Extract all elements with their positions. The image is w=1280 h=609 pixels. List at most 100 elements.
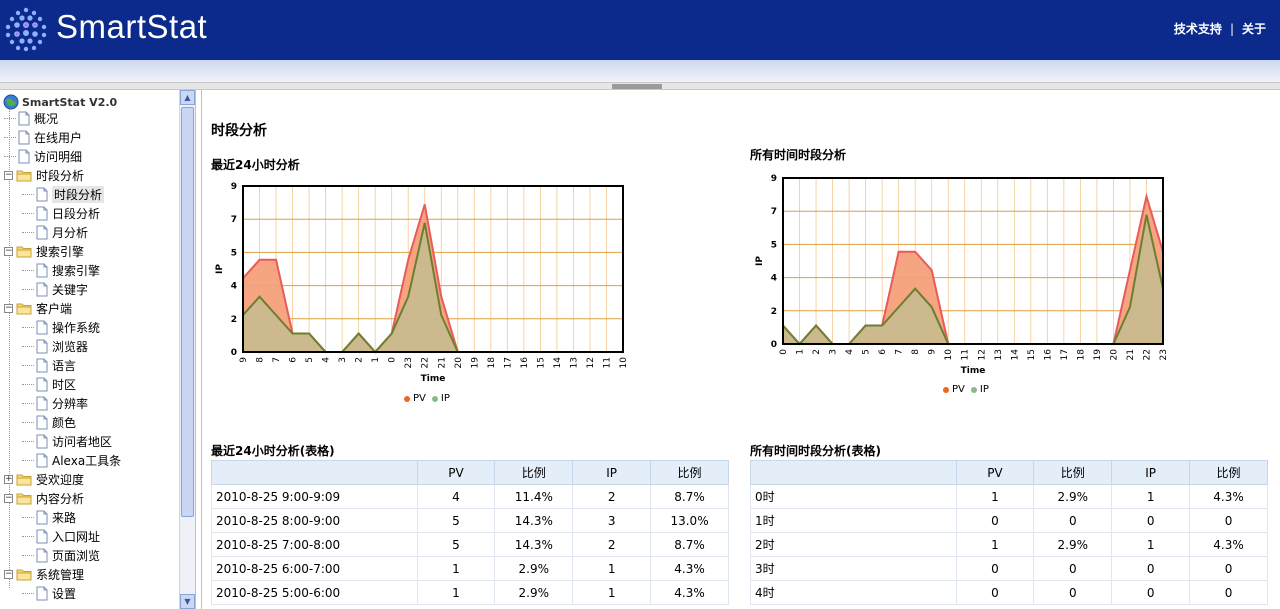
col-header-pv-ratio: 比例 — [1033, 460, 1113, 485]
x-tick-label: 15 — [536, 357, 546, 368]
page-icon — [36, 396, 48, 411]
sidebar-item[interactable]: − 内容分析 — [4, 489, 84, 508]
sidebar-item[interactable]: 操作系统 — [22, 318, 100, 337]
x-tick-label: 0 — [388, 357, 398, 363]
collapse-toggle-icon[interactable]: − — [4, 171, 13, 180]
table-cell: 0 — [1033, 580, 1113, 605]
sidebar-item[interactable]: 访问者地区 — [22, 432, 112, 451]
folder-icon — [16, 569, 32, 581]
sidebar-item-label: 时段分析 — [52, 186, 105, 203]
collapse-toggle-icon[interactable]: − — [4, 247, 13, 256]
sidebar-item[interactable]: − 时段分析 — [4, 166, 84, 185]
horizontal-splitter[interactable] — [0, 82, 1280, 90]
sidebar-item[interactable]: 概况 — [4, 109, 58, 128]
sidebar-item-label: 设置 — [52, 587, 77, 601]
collapse-toggle-icon[interactable]: − — [4, 570, 13, 579]
sidebar-item[interactable]: 来路 — [22, 508, 76, 527]
sidebar-item[interactable]: 日段分析 — [22, 204, 100, 223]
tree-connector — [22, 194, 34, 195]
table-cell: 0时 — [750, 484, 957, 509]
x-tick-label: 10 — [944, 349, 954, 361]
sidebar-item[interactable]: 访问明细 — [4, 147, 82, 166]
table-cell: 14.3% — [494, 508, 574, 533]
sidebar-item[interactable]: 语言 — [22, 356, 76, 375]
page-icon — [18, 130, 30, 145]
table-cell: 0 — [1189, 556, 1268, 581]
sidebar-scrollbar[interactable]: ▲ ▼ — [179, 90, 195, 609]
tree-connector — [4, 118, 16, 119]
x-tick-label: 19 — [1093, 349, 1103, 361]
collapse-toggle-icon[interactable]: − — [4, 304, 13, 313]
sidebar-item[interactable]: 搜索引擎 — [22, 261, 100, 280]
sidebar-item[interactable]: 关键字 — [22, 280, 88, 299]
sidebar-item[interactable]: Alexa工具条 — [22, 451, 121, 470]
table-row: 4时 0 0 0 0 — [750, 580, 1268, 605]
x-tick-label: 2 — [355, 357, 365, 363]
all-time-hourly-chart: 0245790 1 2 3 4 5 6 7 8 9 10 11 12 13 14 15 16 17 18 19 20 21… — [755, 174, 1169, 376]
table-cell: 0 — [1189, 580, 1268, 605]
sidebar-item[interactable]: 时区 — [22, 375, 76, 394]
x-tick-label: 6 — [878, 349, 888, 355]
expand-toggle-icon[interactable]: + — [4, 475, 13, 484]
table-cell: 2 — [572, 532, 652, 557]
ip-dot-icon — [431, 395, 438, 402]
x-tick-label: 10 — [619, 357, 629, 369]
table-cell: 1 — [955, 532, 1035, 557]
tree-connector — [22, 384, 34, 385]
about-link[interactable]: 关于 — [1242, 22, 1266, 36]
table2-title: 所有时间时段分析(表格) — [750, 444, 881, 458]
table-cell: 8.7% — [650, 532, 729, 557]
table-cell: 2.9% — [494, 556, 574, 581]
tree-connector — [22, 270, 34, 271]
scroll-up-button[interactable]: ▲ — [180, 90, 195, 105]
sidebar-item[interactable]: 月分析 — [22, 223, 88, 242]
sidebar-item-label: 操作系统 — [52, 321, 101, 335]
sidebar-item[interactable]: 页面浏览 — [22, 546, 100, 565]
sidebar-item-label: 入口网址 — [52, 530, 101, 544]
sidebar-item[interactable]: 浏览器 — [22, 337, 88, 356]
sidebar-item[interactable]: − 搜索引擎 — [4, 242, 84, 261]
x-tick-label: 16 — [1043, 349, 1053, 361]
tree-connector — [22, 289, 34, 290]
sidebar-item[interactable]: − 系统管理 — [4, 565, 84, 584]
sidebar-item-label: 来路 — [52, 511, 77, 525]
table-cell: 3时 — [750, 556, 957, 581]
sidebar-item[interactable]: + 受欢迎度 — [4, 470, 84, 489]
sidebar-item[interactable]: − 客户端 — [4, 299, 72, 318]
legend-pv: PV — [404, 393, 426, 404]
sidebar-item-label: 语言 — [52, 359, 77, 373]
folder-icon — [16, 246, 32, 258]
col-header-pv: PV — [416, 460, 496, 485]
sidebar-item[interactable]: 时段分析 — [22, 185, 105, 204]
sidebar-item[interactable]: 颜色 — [22, 413, 76, 432]
splitter-grip[interactable] — [612, 84, 662, 89]
sidebar-item[interactable]: 入口网址 — [22, 527, 100, 546]
chart1-legend: PV IP — [404, 393, 456, 404]
page-icon — [36, 339, 48, 354]
tech-support-link[interactable]: 技术支持 — [1174, 22, 1222, 36]
table-cell: 0 — [1111, 508, 1191, 533]
col-header-ip-ratio: 比例 — [1189, 460, 1268, 485]
scroll-down-button[interactable]: ▼ — [180, 594, 195, 609]
table-cell: 4 — [416, 484, 496, 509]
collapse-toggle-icon[interactable]: − — [4, 494, 13, 503]
table-cell: 0 — [955, 508, 1035, 533]
x-tick-label: 18 — [487, 357, 497, 369]
sidebar-item[interactable]: 分辨率 — [22, 394, 88, 413]
sidebar-item-label: 浏览器 — [52, 340, 89, 354]
y-tick-label: 7 — [771, 207, 777, 217]
legend-ip-label: IP — [979, 384, 989, 395]
sidebar-item[interactable]: 在线用户 — [4, 128, 82, 147]
x-tick-label: 17 — [1060, 349, 1070, 360]
sidebar-item-label: 月分析 — [52, 226, 89, 240]
y-tick-label: 4 — [231, 282, 237, 292]
sidebar-item-label: 日段分析 — [52, 207, 101, 221]
x-tick-label: 8 — [256, 357, 266, 363]
x-tick-label: 0 — [779, 349, 789, 355]
sidebar-item[interactable]: 设置 — [22, 584, 76, 603]
x-tick-label: 13 — [994, 349, 1004, 360]
x-tick-label: 5 — [305, 357, 315, 363]
x-tick-label: 23 — [404, 357, 414, 368]
scrollbar-thumb[interactable] — [181, 107, 194, 517]
table-cell: 5 — [416, 532, 496, 557]
